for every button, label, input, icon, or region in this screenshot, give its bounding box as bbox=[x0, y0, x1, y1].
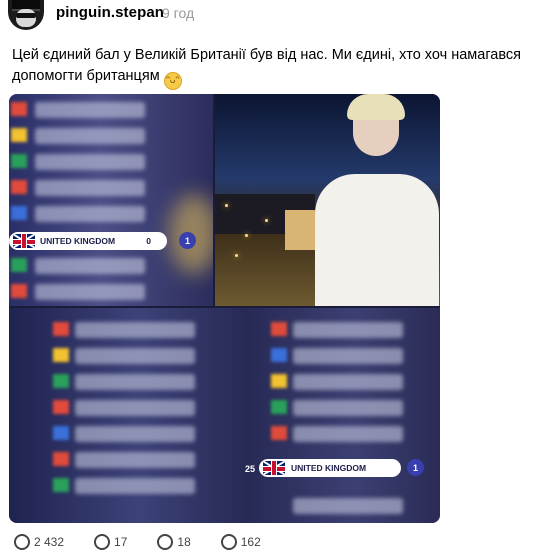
like-button[interactable]: 2 432 bbox=[14, 534, 64, 550]
face-shape bbox=[16, 9, 36, 27]
flag-blur bbox=[53, 478, 69, 492]
presenter-panel bbox=[215, 94, 440, 306]
share-count: 162 bbox=[240, 535, 261, 549]
score-row-blur bbox=[293, 498, 403, 514]
glasses-shape bbox=[16, 13, 36, 18]
score-row-blur bbox=[75, 426, 195, 442]
post-image[interactable]: UNITED KINGDOM 0 1 25 UNITED KINGDOM 1 bbox=[9, 94, 440, 523]
repost-button[interactable]: 18 bbox=[157, 534, 191, 550]
score-row-blur bbox=[35, 258, 145, 274]
score-row-blur bbox=[75, 400, 195, 416]
score-row-blur bbox=[75, 478, 195, 494]
grinning-sweat-emoji-icon: ᵔᴗᵔ bbox=[163, 72, 182, 90]
avatar[interactable] bbox=[8, 0, 44, 30]
score-row-blur bbox=[75, 452, 195, 468]
country-name: UNITED KINGDOM bbox=[291, 463, 367, 473]
post-text: Цей єдиний бал у Великій Британії був ві… bbox=[12, 45, 542, 90]
comment-count: 17 bbox=[114, 535, 128, 549]
score-row-blur bbox=[35, 128, 145, 144]
post-text-content: Цей єдиний бал у Великій Британії був ві… bbox=[12, 47, 522, 84]
flag-blur bbox=[11, 206, 27, 220]
uk-flag-icon bbox=[263, 461, 285, 475]
flag-blur bbox=[271, 400, 287, 414]
flag-blur bbox=[53, 452, 69, 466]
score-row-blur bbox=[75, 374, 195, 390]
flag-blur bbox=[53, 322, 69, 336]
flag-blur bbox=[53, 374, 69, 388]
presenter-coat bbox=[315, 174, 439, 306]
repost-icon bbox=[157, 534, 174, 550]
score-row-blur bbox=[75, 322, 195, 338]
city-light bbox=[265, 219, 268, 222]
score-row-blur bbox=[75, 348, 195, 364]
flag-blur bbox=[271, 426, 287, 440]
presenter-hair bbox=[347, 94, 405, 120]
share-button[interactable]: 162 bbox=[220, 534, 261, 550]
repost-count: 18 bbox=[177, 535, 191, 549]
uk-flag-icon bbox=[13, 234, 35, 248]
score-row-blur bbox=[35, 102, 145, 118]
score-row-blur bbox=[35, 180, 145, 196]
post-actions: 2 432 17 18 162 bbox=[14, 534, 261, 550]
flag-blur bbox=[11, 284, 27, 298]
rank-number: 25 bbox=[245, 464, 256, 474]
score-row-blur bbox=[293, 348, 403, 364]
flag-blur bbox=[53, 348, 69, 362]
score-row-blur bbox=[293, 400, 403, 416]
flag-blur bbox=[271, 348, 287, 362]
flag-blur bbox=[271, 374, 287, 388]
share-icon bbox=[220, 534, 237, 550]
lit-building bbox=[285, 210, 315, 250]
score-left: 0 bbox=[146, 236, 151, 246]
uk-score-bar-top: UNITED KINGDOM 0 bbox=[9, 232, 167, 250]
city-light bbox=[245, 234, 248, 237]
flag-blur bbox=[11, 102, 27, 116]
flag-blur bbox=[11, 154, 27, 168]
post-time: 9 год bbox=[162, 5, 195, 21]
score-row-blur bbox=[293, 426, 403, 442]
flag-blur bbox=[53, 400, 69, 414]
flag-blur bbox=[11, 258, 27, 272]
like-count: 2 432 bbox=[34, 535, 65, 549]
flag-blur bbox=[11, 128, 27, 142]
score-right-pill: 1 bbox=[179, 232, 196, 249]
city-light bbox=[225, 204, 228, 207]
comment-button[interactable]: 17 bbox=[94, 534, 127, 550]
flag-blur bbox=[53, 426, 69, 440]
heart-icon bbox=[14, 534, 30, 550]
score-row-blur bbox=[35, 206, 145, 222]
city-light bbox=[235, 254, 238, 257]
score-row-blur bbox=[293, 322, 403, 338]
score-pill: 1 bbox=[407, 459, 424, 476]
comment-icon bbox=[94, 534, 111, 550]
score-row-blur bbox=[35, 284, 145, 300]
score-row-blur bbox=[35, 154, 145, 170]
username[interactable]: pinguin.stepan bbox=[56, 4, 164, 21]
scoreboard-panel-bottom: 25 UNITED KINGDOM 1 bbox=[9, 308, 440, 523]
flag-blur bbox=[11, 180, 27, 194]
flag-blur bbox=[271, 322, 287, 336]
uk-score-bar-bottom: UNITED KINGDOM bbox=[259, 459, 401, 477]
scoreboard-panel-left: UNITED KINGDOM 0 1 bbox=[9, 94, 213, 306]
score-row-blur bbox=[293, 374, 403, 390]
country-name: UNITED KINGDOM bbox=[40, 236, 116, 246]
